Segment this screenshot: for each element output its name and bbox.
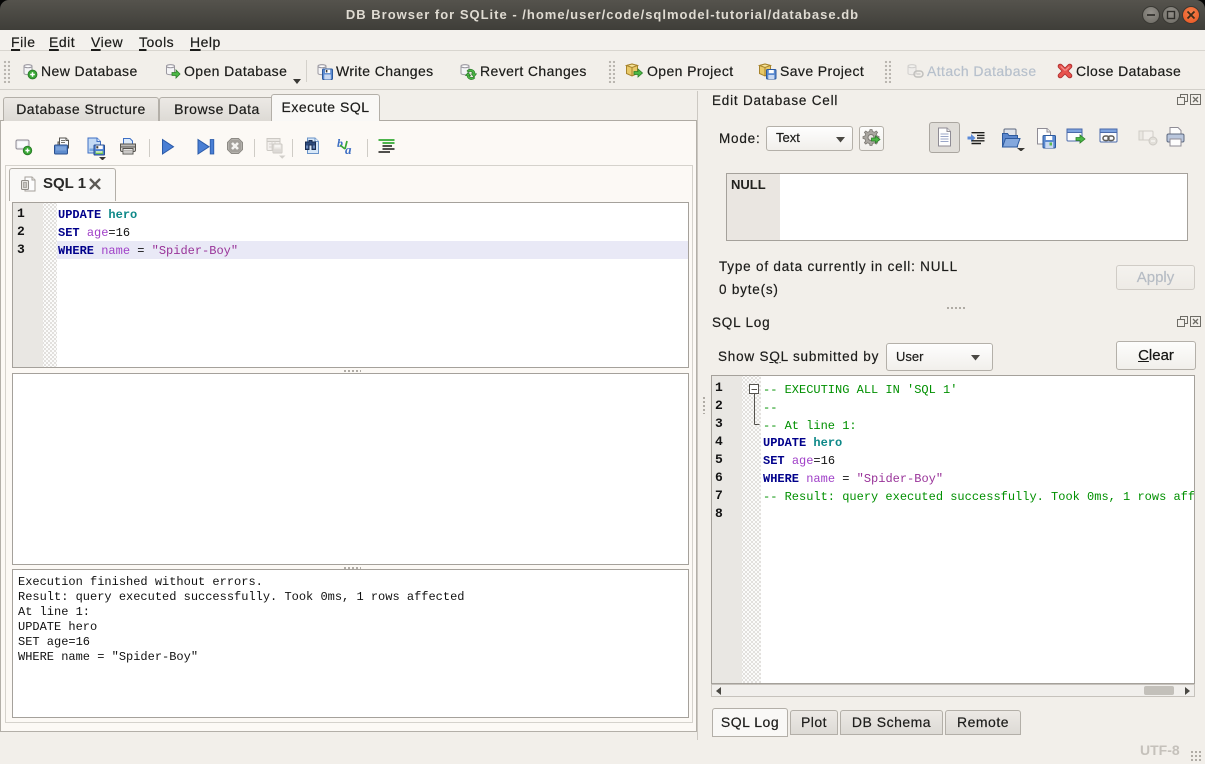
svg-text:b: b (337, 136, 343, 150)
